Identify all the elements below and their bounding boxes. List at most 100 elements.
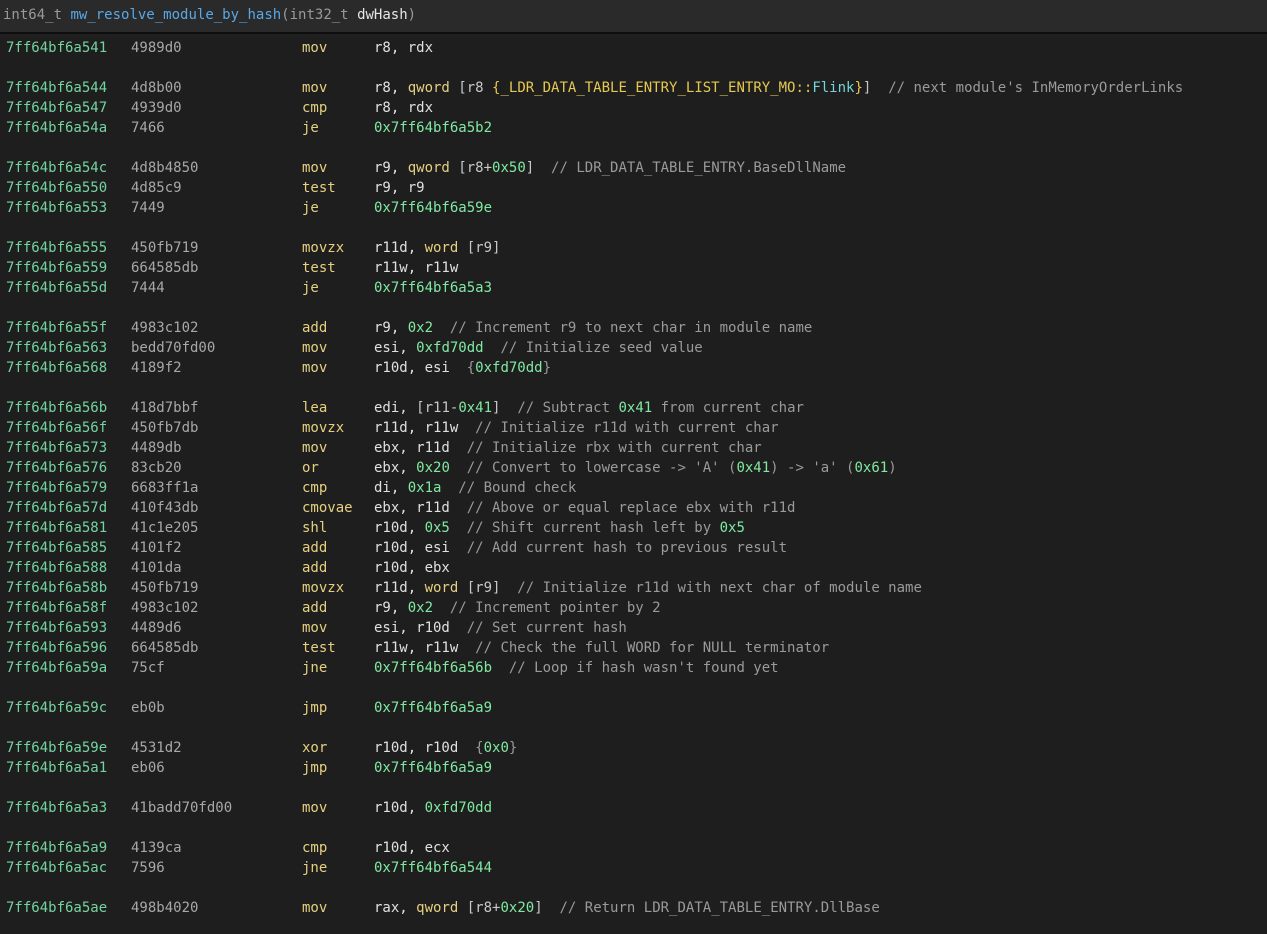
instruction-operands[interactable]: r11d, word [r9] // Initialize r11d with … bbox=[374, 578, 922, 598]
instruction-operands[interactable]: rax, qword [r8+0x20] // Return LDR_DATA_… bbox=[374, 898, 880, 918]
instruction-address[interactable]: 7ff64bf6a58b bbox=[6, 578, 107, 598]
instruction-operands[interactable]: esi, 0xfd70dd // Initialize seed value bbox=[374, 338, 703, 358]
instruction-line[interactable]: 7ff64bf6a593 4489d6 mov esi, r10d // Set cu… bbox=[0, 618, 1267, 638]
instruction-address[interactable]: 7ff64bf6a5ae bbox=[6, 898, 107, 918]
instruction-address[interactable]: 7ff64bf6a559 bbox=[6, 258, 107, 278]
instruction-line[interactable]: 7ff64bf6a54a 7466 je 0x7ff64bf6a5b2 bbox=[0, 118, 1267, 138]
instruction-line[interactable]: 7ff64bf6a5ae 498b4020 mov rax, qword [r8+0x… bbox=[0, 898, 1267, 918]
instruction-line[interactable]: 7ff64bf6a58b 450fb719 movzx r11d, word [r9]… bbox=[0, 578, 1267, 598]
instruction-operands[interactable]: r11d, word [r9] bbox=[374, 238, 500, 258]
instruction-line[interactable]: 7ff64bf6a55f 4983c102 add r9, 0x2 // Increm… bbox=[0, 318, 1267, 338]
instruction-line[interactable]: 7ff64bf6a59e 4531d2 xor r10d, r10d {0x0} bbox=[0, 738, 1267, 758]
instruction-line[interactable]: 7ff64bf6a55d 7444 je 0x7ff64bf6a5a3 bbox=[0, 278, 1267, 298]
instruction-address[interactable]: 7ff64bf6a54a bbox=[6, 118, 107, 138]
instruction-operands[interactable]: r8, rdx bbox=[374, 38, 433, 58]
instruction-line[interactable]: 7ff64bf6a588 4101da add r10d, ebx bbox=[0, 558, 1267, 578]
operand-token[interactable]: 0xfd70dd bbox=[425, 800, 492, 816]
instruction-operands[interactable]: 0x7ff64bf6a56b // Loop if hash wasn't fo… bbox=[374, 658, 779, 678]
instruction-address[interactable]: 7ff64bf6a585 bbox=[6, 538, 107, 558]
instruction-line[interactable]: 7ff64bf6a576 83cb20 or ebx, 0x20 // Convert… bbox=[0, 458, 1267, 478]
instruction-line[interactable]: 7ff64bf6a550 4d85c9 test r9, r9 bbox=[0, 178, 1267, 198]
instruction-address[interactable]: 7ff64bf6a54c bbox=[6, 158, 107, 178]
instruction-address[interactable]: 7ff64bf6a573 bbox=[6, 438, 107, 458]
instruction-operands[interactable]: r10d, ebx bbox=[374, 558, 450, 578]
operand-token[interactable]: 0x1a bbox=[408, 480, 442, 496]
operand-token[interactable]: 0x7ff64bf6a544 bbox=[374, 860, 492, 876]
operand-token[interactable]: 0x41 bbox=[736, 460, 770, 476]
instruction-line[interactable]: 7ff64bf6a5a1 eb06 jmp 0x7ff64bf6a5a9 bbox=[0, 758, 1267, 778]
instruction-address[interactable]: 7ff64bf6a57d bbox=[6, 498, 107, 518]
operand-token[interactable]: 0x20 bbox=[500, 900, 534, 916]
operand-token[interactable]: 0x7ff64bf6a56b bbox=[374, 660, 492, 676]
operand-token[interactable]: 0x7ff64bf6a5b2 bbox=[374, 120, 492, 136]
instruction-operands[interactable]: edi, [r11-0x41] // Subtract 0x41 from cu… bbox=[374, 398, 804, 418]
instruction-operands[interactable]: r10d, 0xfd70dd bbox=[374, 798, 492, 818]
operand-token[interactable]: 0x41 bbox=[458, 400, 492, 416]
instruction-line[interactable]: 7ff64bf6a585 4101f2 add r10d, esi // Add cu… bbox=[0, 538, 1267, 558]
instruction-address[interactable]: 7ff64bf6a563 bbox=[6, 338, 107, 358]
operand-token[interactable]: 0x61 bbox=[854, 460, 888, 476]
instruction-line[interactable]: 7ff64bf6a56b 418d7bbf lea edi, [r11-0x41] /… bbox=[0, 398, 1267, 418]
instruction-address[interactable]: 7ff64bf6a59c bbox=[6, 698, 107, 718]
instruction-line[interactable]: 7ff64bf6a57d 410f43db cmovae ebx, r11d // A… bbox=[0, 498, 1267, 518]
operand-token[interactable]: 0x2 bbox=[408, 320, 433, 336]
instruction-line[interactable]: 7ff64bf6a547 4939d0 cmp r8, rdx bbox=[0, 98, 1267, 118]
instruction-address[interactable]: 7ff64bf6a596 bbox=[6, 638, 107, 658]
instruction-line[interactable]: 7ff64bf6a581 41c1e205 shl r10d, 0x5 // Shif… bbox=[0, 518, 1267, 538]
operand-token[interactable]: 0x41 bbox=[618, 400, 652, 416]
instruction-operands[interactable]: 0x7ff64bf6a5b2 bbox=[374, 118, 492, 138]
instruction-address[interactable]: 7ff64bf6a555 bbox=[6, 238, 107, 258]
instruction-operands[interactable]: ebx, r11d // Initialize rbx with current… bbox=[374, 438, 762, 458]
instruction-line[interactable]: 7ff64bf6a544 4d8b00 mov r8, qword [r8 {_LDR… bbox=[0, 78, 1267, 98]
instruction-line[interactable]: 7ff64bf6a56f 450fb7db movzx r11d, r11w // I… bbox=[0, 418, 1267, 438]
instruction-address[interactable]: 7ff64bf6a581 bbox=[6, 518, 107, 538]
instruction-operands[interactable]: 0x7ff64bf6a5a9 bbox=[374, 758, 492, 778]
instruction-operands[interactable]: r10d, esi {0xfd70dd} bbox=[374, 358, 551, 378]
operand-token[interactable]: 0xfd70dd bbox=[416, 340, 483, 356]
instruction-operands[interactable]: r11w, r11w // Check the full WORD for NU… bbox=[374, 638, 829, 658]
instruction-line[interactable]: 7ff64bf6a553 7449 je 0x7ff64bf6a59e bbox=[0, 198, 1267, 218]
instruction-line[interactable]: 7ff64bf6a54c 4d8b4850 mov r9, qword [r8+0x5… bbox=[0, 158, 1267, 178]
instruction-address[interactable]: 7ff64bf6a55d bbox=[6, 278, 107, 298]
instruction-address[interactable]: 7ff64bf6a5a9 bbox=[6, 838, 107, 858]
instruction-address[interactable]: 7ff64bf6a58f bbox=[6, 598, 107, 618]
instruction-line[interactable]: 7ff64bf6a5ac 7596 jne 0x7ff64bf6a544 bbox=[0, 858, 1267, 878]
instruction-address[interactable]: 7ff64bf6a579 bbox=[6, 478, 107, 498]
instruction-operands[interactable]: esi, r10d // Set current hash bbox=[374, 618, 627, 638]
instruction-operands[interactable]: r11d, r11w // Initialize r11d with curre… bbox=[374, 418, 779, 438]
instruction-address[interactable]: 7ff64bf6a550 bbox=[6, 178, 107, 198]
instruction-address[interactable]: 7ff64bf6a547 bbox=[6, 98, 107, 118]
instruction-line[interactable]: 7ff64bf6a541 4989d0 mov r8, rdx bbox=[0, 38, 1267, 58]
operand-token[interactable]: 0x7ff64bf6a5a9 bbox=[374, 700, 492, 716]
disassembly-listing[interactable]: 7ff64bf6a541 4989d0 mov r8, rdx 7ff64bf6a544… bbox=[0, 38, 1267, 934]
instruction-operands[interactable]: di, 0x1a // Bound check bbox=[374, 478, 576, 498]
operand-token[interactable]: 0xfd70dd bbox=[475, 360, 542, 376]
operand-token[interactable]: 0x20 bbox=[416, 460, 450, 476]
instruction-line[interactable]: 7ff64bf6a5a9 4139ca cmp r10d, ecx bbox=[0, 838, 1267, 858]
instruction-operands[interactable]: 0x7ff64bf6a5a9 bbox=[374, 698, 492, 718]
instruction-operands[interactable]: r11w, r11w bbox=[374, 258, 458, 278]
instruction-operands[interactable]: 0x7ff64bf6a5a3 bbox=[374, 278, 492, 298]
function-name[interactable]: mw_resolve_module_by_hash bbox=[70, 7, 281, 23]
instruction-line[interactable]: 7ff64bf6a579 6683ff1a cmp di, 0x1a // Bound… bbox=[0, 478, 1267, 498]
operand-token[interactable]: 0x7ff64bf6a59e bbox=[374, 200, 492, 216]
instruction-operands[interactable]: 0x7ff64bf6a59e bbox=[374, 198, 492, 218]
instruction-line[interactable]: 7ff64bf6a58f 4983c102 add r9, 0x2 // Increm… bbox=[0, 598, 1267, 618]
instruction-operands[interactable]: r9, 0x2 // Increment pointer by 2 bbox=[374, 598, 661, 618]
instruction-operands[interactable]: r10d, esi // Add current hash to previou… bbox=[374, 538, 787, 558]
instruction-operands[interactable]: r10d, ecx bbox=[374, 838, 450, 858]
instruction-operands[interactable]: 0x7ff64bf6a544 bbox=[374, 858, 492, 878]
instruction-operands[interactable]: r9, qword [r8+0x50] // LDR_DATA_TABLE_EN… bbox=[374, 158, 846, 178]
operand-token[interactable]: 0x7ff64bf6a5a9 bbox=[374, 760, 492, 776]
instruction-line[interactable]: 7ff64bf6a5a3 41badd70fd00 mov r10d, 0xfd70d… bbox=[0, 798, 1267, 818]
instruction-line[interactable]: 7ff64bf6a568 4189f2 mov r10d, esi {0xfd70dd… bbox=[0, 358, 1267, 378]
instruction-address[interactable]: 7ff64bf6a588 bbox=[6, 558, 107, 578]
instruction-line[interactable]: 7ff64bf6a559 664585db test r11w, r11w bbox=[0, 258, 1267, 278]
instruction-address[interactable]: 7ff64bf6a5ac bbox=[6, 858, 107, 878]
operand-token[interactable]: 0x2 bbox=[408, 600, 433, 616]
instruction-address[interactable]: 7ff64bf6a5a3 bbox=[6, 798, 107, 818]
instruction-operands[interactable]: r9, r9 bbox=[374, 178, 425, 198]
instruction-address[interactable]: 7ff64bf6a56b bbox=[6, 398, 107, 418]
instruction-line[interactable]: 7ff64bf6a59a 75cf jne 0x7ff64bf6a56b // Loo… bbox=[0, 658, 1267, 678]
operand-token[interactable]: 0x7ff64bf6a5a3 bbox=[374, 280, 492, 296]
